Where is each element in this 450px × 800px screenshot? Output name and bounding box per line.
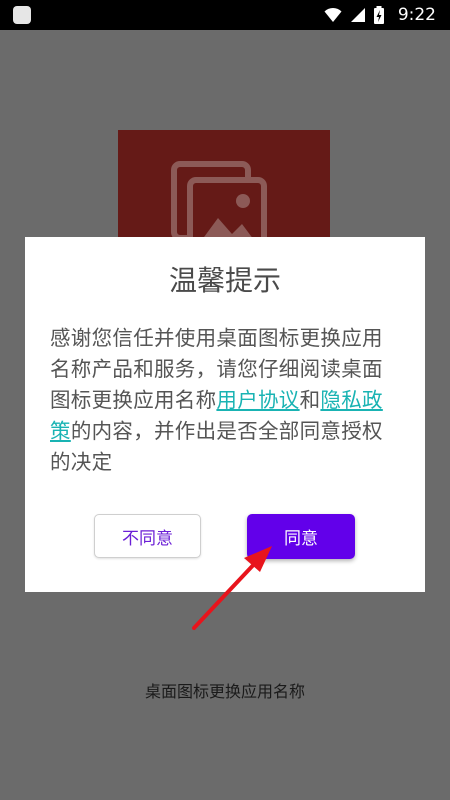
status-bar: 9:22 bbox=[0, 0, 450, 30]
wifi-icon bbox=[324, 7, 342, 22]
consent-dialog: 温馨提示 感谢您信任并使用桌面图标更换应用名称产品和服务，请您仔细阅读桌面图标更… bbox=[25, 237, 425, 592]
dialog-title: 温馨提示 bbox=[168, 264, 281, 297]
message-text-end: 的内容，并作出是否全部同意授权的决定 bbox=[50, 419, 383, 474]
message-and: 和 bbox=[299, 388, 321, 412]
red-arrow-annotation bbox=[192, 546, 272, 630]
battery-charging-icon bbox=[373, 6, 384, 24]
status-icons: 9:22 bbox=[324, 0, 436, 30]
user-agreement-link[interactable]: 用户协议 bbox=[216, 388, 299, 412]
app-notification-icon bbox=[13, 6, 31, 24]
app-name-label: 桌面图标更换应用名称 bbox=[144, 682, 305, 701]
status-time: 9:22 bbox=[397, 5, 436, 25]
signal-icon bbox=[350, 8, 365, 22]
dialog-message: 感谢您信任并使用桌面图标更换应用名称产品和服务，请您仔细阅读桌面图标更换应用名称… bbox=[50, 323, 402, 478]
